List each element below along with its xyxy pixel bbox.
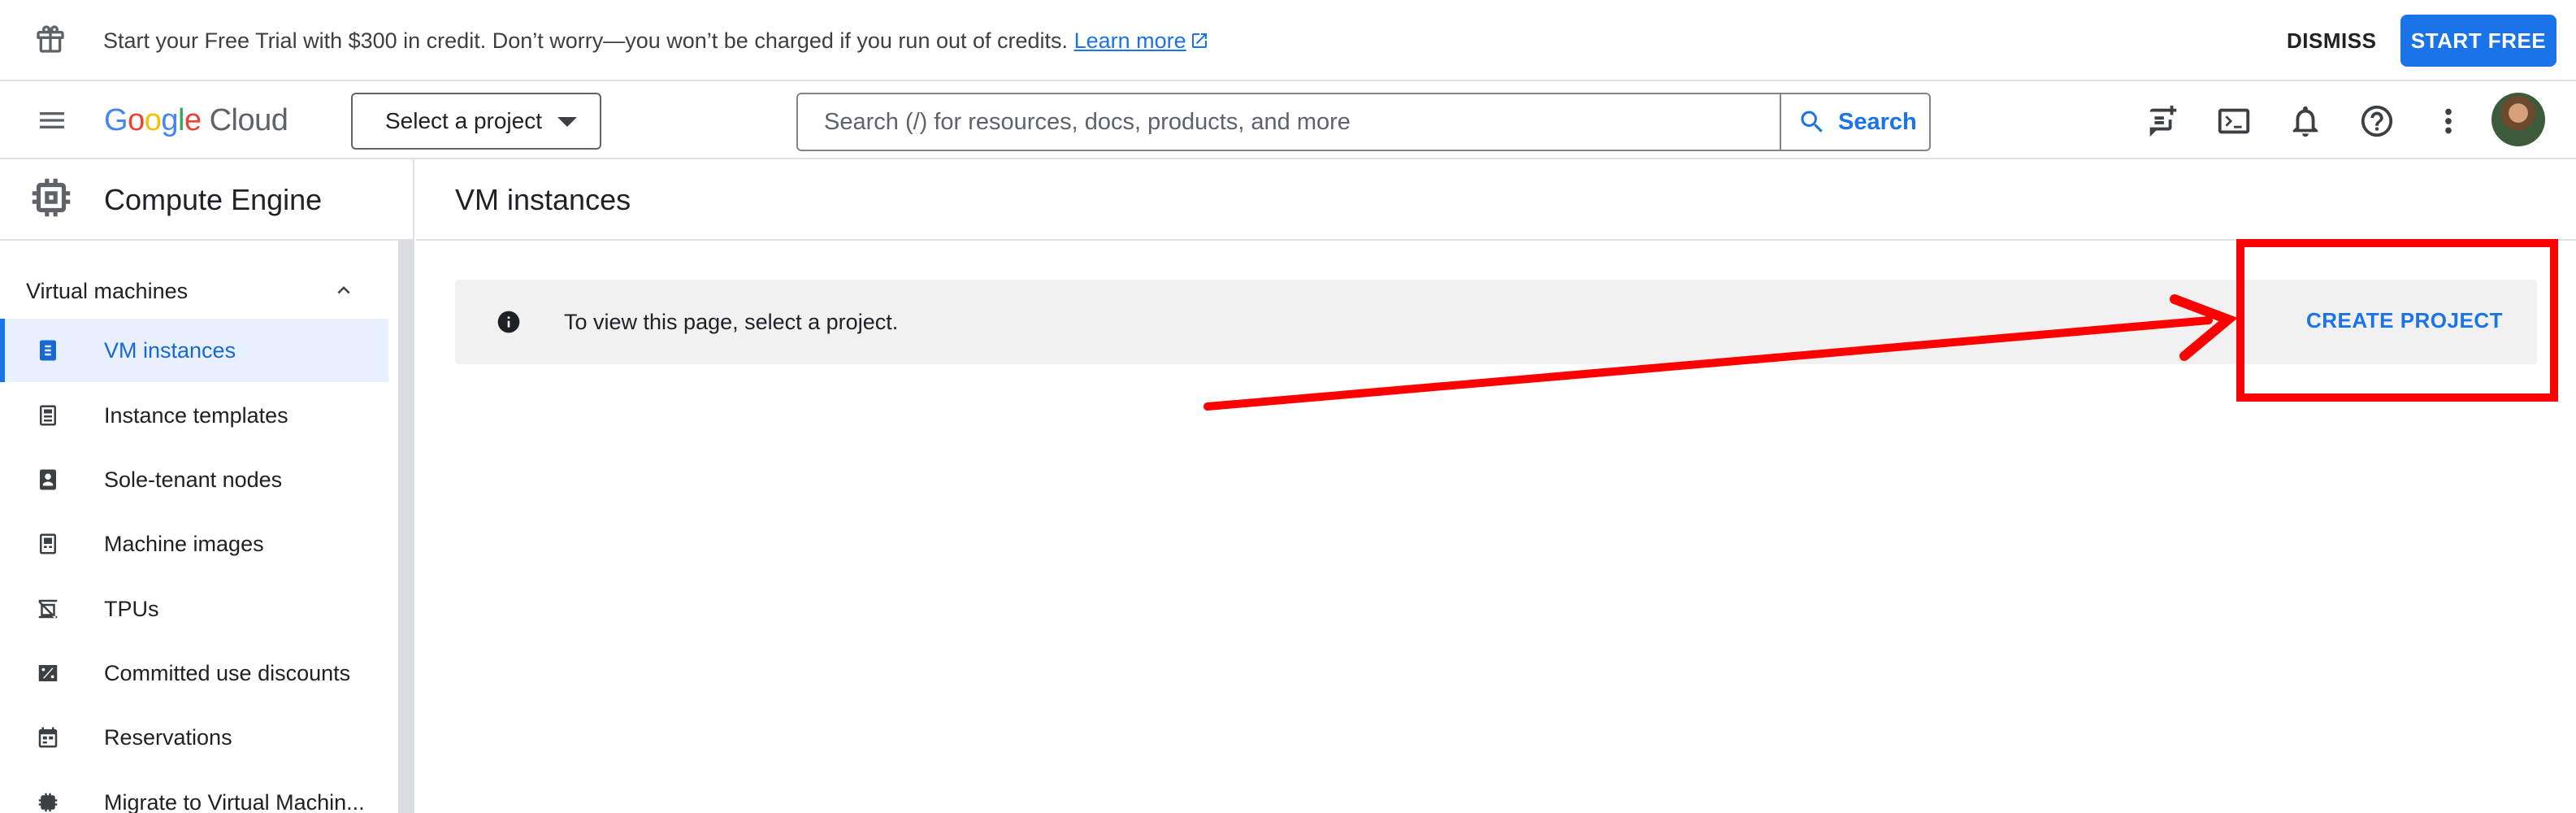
machine-image-icon [40,533,56,554]
percent-icon [38,665,58,681]
logo-letter: o [144,103,162,137]
sidebar-item-vm-instances[interactable]: VM instances [0,319,388,382]
logo-letter: g [161,103,178,137]
sidebar-item-machine-images[interactable]: Machine images [0,512,388,576]
info-icon [497,311,520,333]
notifications-icon[interactable] [2287,102,2324,140]
sidebar-item-reservations[interactable]: Reservations [0,706,388,769]
sole-tenant-icon [40,469,56,490]
sidebar-item-label: Committed use discounts [104,661,351,685]
top-header: Google Cloud Select a project Search [0,81,2576,159]
search-input[interactable] [798,94,1780,150]
sidebar-item-label: TPUs [104,597,159,621]
sidebar-item-label: Reservations [104,725,232,750]
learn-more-label: Learn more [1073,28,1186,53]
info-message: To view this page, select a project. [564,310,899,334]
tpu-icon [38,599,58,619]
compute-chip-icon [32,178,71,217]
search-button[interactable]: Search [1780,94,1929,150]
logo-letter: o [128,103,145,137]
sidebar-item-tpus[interactable]: TPUs [0,577,388,641]
annotation-highlight-box [2236,239,2558,402]
learn-more-link[interactable]: Learn more [1074,28,1209,53]
sidebar-item-label: Migrate to Virtual Machin... [104,790,365,813]
dismiss-button[interactable]: DISMISS [2267,20,2396,62]
search-box: Search [796,93,1931,151]
logo-product: Cloud [209,103,288,137]
more-vert-icon[interactable] [2430,102,2467,140]
gift-icon [37,25,64,53]
migrate-icon [38,793,58,812]
sidebar-item-label: Instance templates [104,403,288,428]
sidebar-item-label: VM instances [104,338,236,363]
product-name: Compute Engine [104,183,323,216]
sidebar-scrollbar[interactable] [398,241,413,813]
search-button-label: Search [1838,109,1917,135]
avatar[interactable] [2491,93,2545,146]
calendar-icon [38,727,58,748]
start-free-button[interactable]: START FREE [2400,15,2556,67]
project-selector-label: Select a project [385,108,542,133]
external-link-icon [1191,33,1207,48]
banner-text: Start your Free Trial with $300 in credi… [103,28,1069,53]
search-icon [1801,111,1823,133]
sidebar-item-migrate[interactable]: Migrate to Virtual Machin... [0,771,388,813]
sidebar-item-sole-tenant-nodes[interactable]: Sole-tenant nodes [0,448,388,511]
page-title-bar: VM instances [416,159,2576,241]
vm-instance-icon [40,340,56,361]
sidebar-item-label: Sole-tenant nodes [104,467,283,492]
sidebar: Virtual machines VM instances Instance t… [0,241,414,813]
logo-letter: G [104,103,128,137]
google-cloud-logo[interactable]: Google Cloud [104,99,288,141]
cloud-shell-icon[interactable] [2215,102,2253,140]
template-icon [40,405,56,426]
hamburger-menu-icon[interactable] [34,104,70,137]
chevron-up-icon[interactable] [332,278,356,302]
sidebar-section-virtual-machines: Virtual machines [26,279,189,303]
free-trial-banner: Start your Free Trial with $300 in credi… [0,0,2576,81]
logo-letter: e [184,103,202,137]
feedback-icon[interactable] [2144,102,2181,140]
dropdown-caret-icon [557,117,577,127]
sidebar-item-label: Machine images [104,532,264,556]
project-selector[interactable]: Select a project [351,93,601,150]
help-icon[interactable] [2358,102,2396,140]
sidebar-item-committed-use-discounts[interactable]: Committed use discounts [0,641,388,705]
page-title: VM instances [455,183,631,216]
sidebar-item-instance-templates[interactable]: Instance templates [0,384,388,447]
product-header: Compute Engine [0,159,414,241]
banner-message: Start your Free Trial with $300 in credi… [103,24,1209,57]
info-banner: To view this page, select a project. CRE… [455,280,2537,364]
logo-letter: l [177,103,184,137]
